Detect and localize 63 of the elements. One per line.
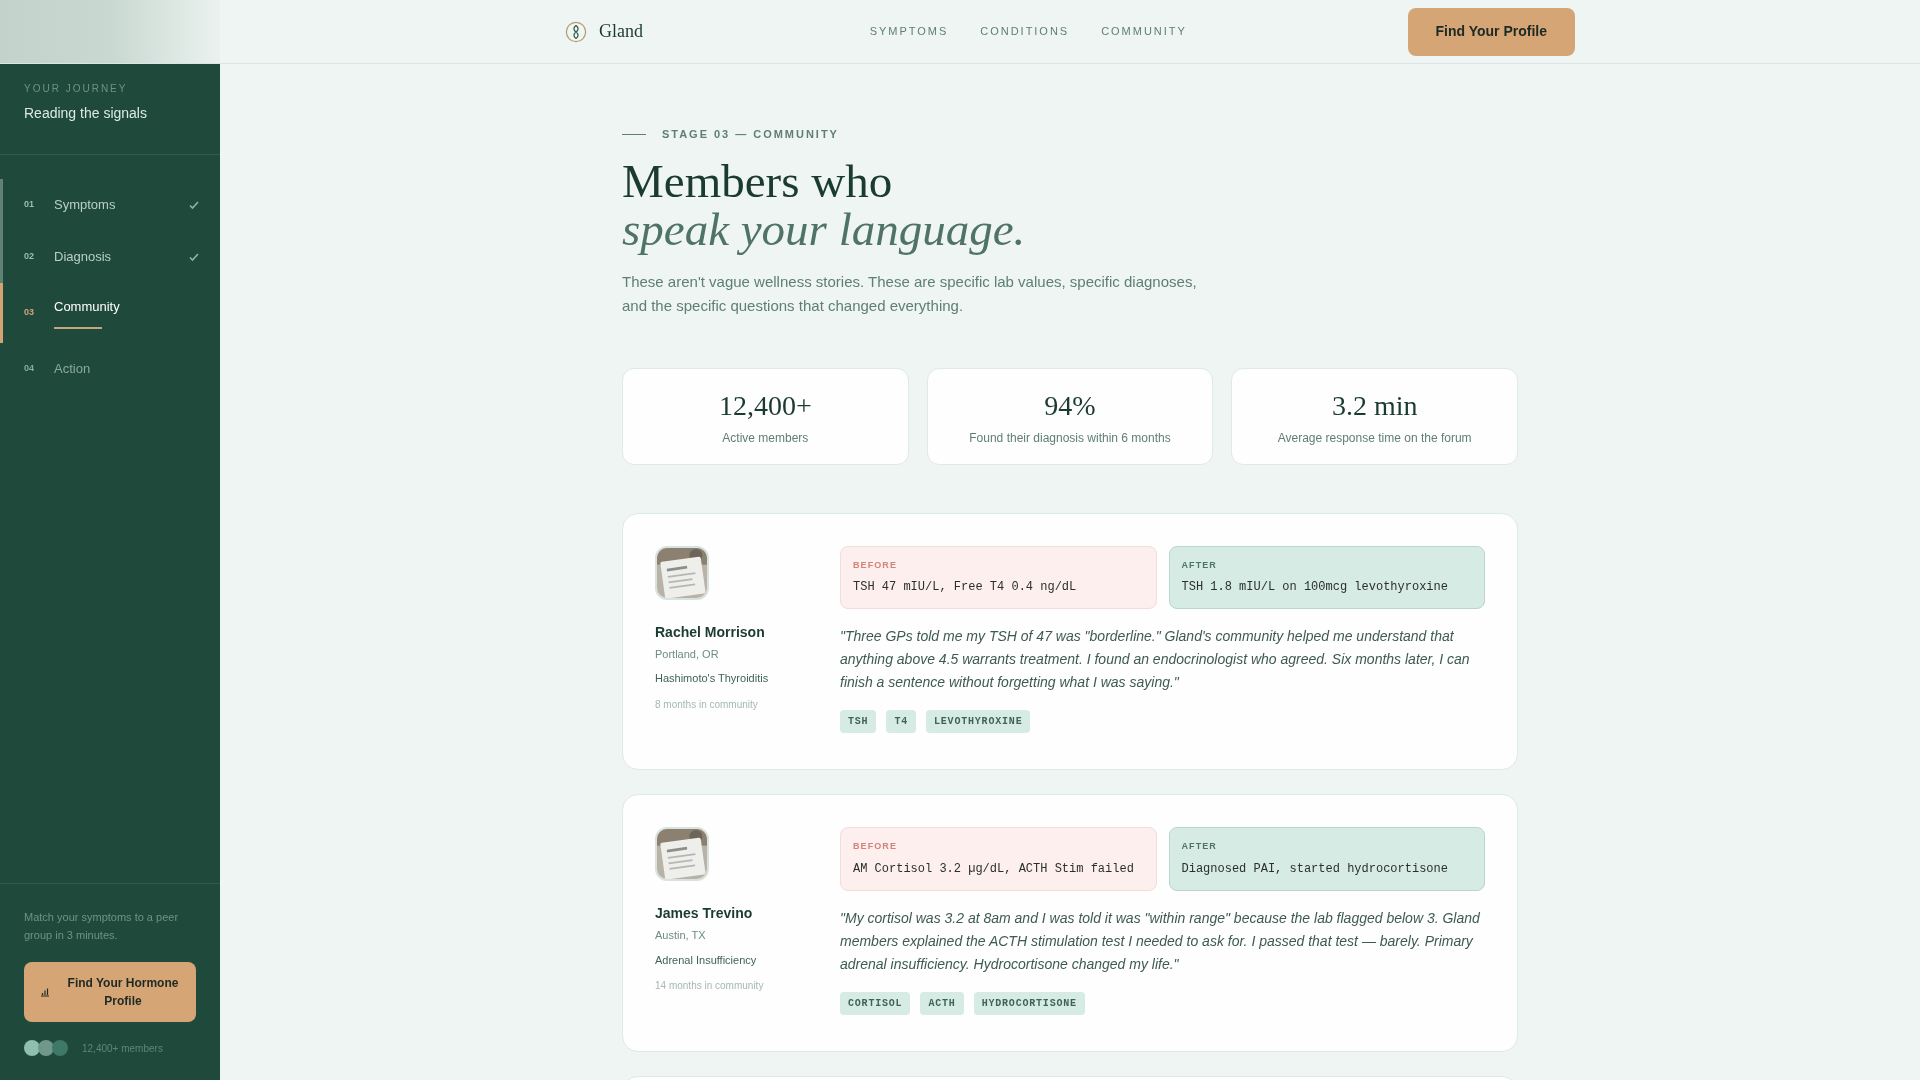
stat-label: Found their diagnosis within 6 months — [969, 430, 1171, 447]
nav-link[interactable]: SYMPTOMS — [869, 23, 949, 40]
promo-text: Match your symptoms to a peer group in 3 minutes. — [24, 910, 180, 943]
member-condition: Adrenal Insufficiency — [655, 952, 758, 968]
stat-value: 12,400+ — [718, 389, 812, 423]
member-avatars-icon — [24, 1040, 70, 1056]
after-value: Diagnosed PAI, started hydrocortisone — [1181, 860, 1449, 878]
heading-italic-line: speak your language. — [622, 204, 1027, 253]
brand-name: Gland — [599, 20, 643, 43]
stat-value: 94% — [1044, 389, 1096, 423]
step-item[interactable]: 04 Action — [0, 342, 220, 395]
step-label: Symptoms — [54, 196, 116, 215]
lab-tag: CORTISOL — [840, 991, 911, 1015]
nav-link[interactable]: CONDITIONS — [980, 23, 1070, 40]
members-count: 12,400+ members — [82, 1041, 163, 1056]
step-number: 01 — [24, 198, 35, 212]
hormone-profile-button[interactable]: Find Your Hormone Profile — [24, 962, 196, 1022]
stage-eyebrow: STAGE 03 — COMMUNITY — [662, 127, 839, 142]
check-icon — [188, 199, 200, 211]
step-number: 04 — [24, 361, 35, 375]
step-label: Diagnosis — [54, 248, 112, 267]
step-item[interactable]: 03 Community — [0, 283, 220, 343]
bar-chart-icon — [40, 987, 50, 997]
step-number: 03 — [24, 306, 35, 319]
member-name: James Trevino — [655, 904, 754, 923]
member-condition: Hashimoto's Thyroiditis — [655, 671, 770, 686]
after-label: AFTER — [1181, 840, 1218, 853]
member-name: Rachel Morrison — [655, 622, 766, 642]
after-value: TSH 1.8 mIU/L on 100mcg levothyroxine — [1181, 579, 1449, 596]
eyebrow-rule — [622, 133, 646, 135]
before-label: BEFORE — [853, 840, 898, 853]
testimonial-quote: "My cortisol was 3.2 at 8am and I was told it was "within range" because the lab flagged below 3. Gland members explained the ACTH stimulation test I needed to ask for. I passed that test — barely. Primary adrenal insufficiency. Hydrocortisone changed my life." — [840, 908, 1481, 974]
check-icon — [188, 251, 200, 263]
step-number: 02 — [24, 250, 35, 264]
lab-tag: T4 — [886, 710, 916, 733]
lab-tag: TSH — [840, 710, 877, 733]
before-value: TSH 47 mIU/L, Free T4 0.4 ng/dL — [853, 579, 1078, 596]
member-tenure: 8 months in community — [655, 697, 759, 712]
stat-label: Active members — [722, 430, 809, 447]
testimonial-quote: "Three GPs told me my TSH of 47 was "borderline." Gland's community helped me understand that anything above 4.5 warrants treatment. I found an endocrinologist who agreed. Six months later, I can finish a sentence without forgetting what I was saying." — [840, 627, 1471, 692]
nav-link[interactable]: COMMUNITY — [1101, 23, 1187, 40]
lab-tag: ACTH — [920, 991, 964, 1015]
lab-tag: HYDROCORTISONE — [973, 991, 1085, 1015]
member-location: Portland, OR — [655, 646, 720, 662]
before-label: BEFORE — [853, 558, 898, 572]
logo-icon — [565, 20, 587, 43]
heading-line: Members who — [622, 156, 894, 205]
sidebar-title: Reading the signals — [24, 104, 148, 123]
active-underline — [54, 326, 102, 329]
intro-paragraph: These aren't vague wellness stories. These are specific lab values, specific diagnoses, and the specific questions that changed everything. — [622, 271, 1198, 316]
sidebar-eyebrow: YOUR JOURNEY — [24, 82, 129, 96]
step-label: Action — [54, 359, 91, 378]
stat-value: 3.2 min — [1331, 389, 1418, 423]
step-item[interactable]: 02 Diagnosis — [0, 231, 220, 283]
lab-tag: LEVOTHYROXINE — [926, 710, 1031, 733]
find-profile-button[interactable]: Find Your Profile — [1407, 7, 1575, 56]
member-location: Austin, TX — [655, 928, 707, 943]
member-tenure: 14 months in community — [655, 979, 765, 993]
step-item[interactable]: 01 Symptoms — [0, 179, 220, 231]
step-label: Community — [54, 298, 120, 316]
stat-label: Average response time on the forum — [1277, 430, 1472, 447]
before-value: AM Cortisol 3.2 µg/dL, ACTH Stim failed — [853, 860, 1135, 878]
after-label: AFTER — [1181, 558, 1218, 572]
